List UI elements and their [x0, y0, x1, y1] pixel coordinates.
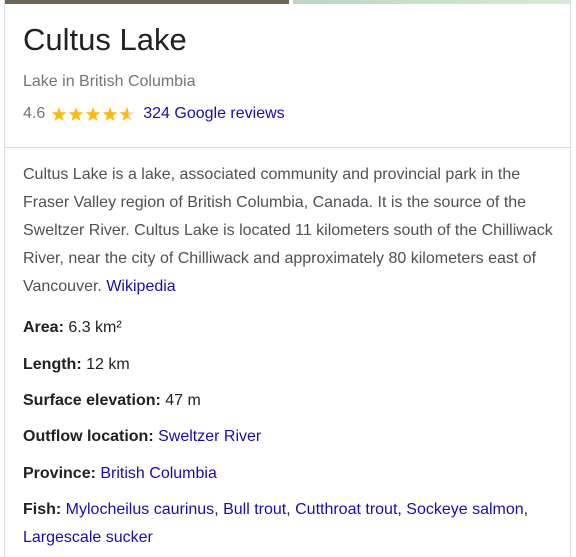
fact-province: Province: British Columbia	[23, 460, 563, 488]
fact-length: Length: 12 km	[23, 351, 563, 379]
fact-label: Length:	[23, 356, 82, 373]
knowledge-panel: Cultus Lake Lake in British Columbia 4.6	[4, 0, 571, 557]
fact-label: Fish:	[23, 501, 62, 518]
fish-link[interactable]: Largescale sucker	[23, 529, 153, 546]
star-icon	[52, 107, 67, 121]
province-link[interactable]: British Columbia	[100, 465, 216, 482]
fact-label: Surface elevation:	[23, 392, 161, 409]
divider	[5, 147, 570, 148]
stars-svg	[52, 107, 135, 121]
description-text: Cultus Lake is a lake, associated commun…	[23, 166, 553, 295]
rating-value: 4.6	[23, 105, 46, 122]
fact-value: 47 m	[165, 392, 201, 409]
lake-image-right[interactable]	[293, 0, 570, 4]
panel-subtitle: Lake in British Columbia	[23, 73, 196, 90]
fact-label: Province:	[23, 465, 96, 482]
fish-link[interactable]: Mylocheilus caurinus	[66, 501, 215, 518]
google-reviews-link[interactable]: 324 Google reviews	[143, 105, 284, 123]
image-strip[interactable]	[5, 0, 570, 4]
fact-value: 6.3 km²	[68, 319, 122, 336]
star-icon	[103, 107, 118, 121]
panel-title: Cultus Lake	[23, 22, 187, 57]
lake-image-left[interactable]	[5, 0, 289, 4]
fish-link[interactable]: Bull trout	[223, 501, 286, 518]
description: Cultus Lake is a lake, associated commun…	[23, 161, 563, 301]
fact-label: Area:	[23, 319, 64, 336]
fish-link[interactable]: Cutthroat trout	[295, 501, 397, 518]
fact-value: 12 km	[86, 356, 130, 373]
fact-label: Outflow location:	[23, 428, 154, 445]
wikipedia-link[interactable]: Wikipedia	[106, 278, 175, 295]
rating-row: 4.6 324 Google reviews	[23, 103, 285, 125]
fact-fish: Fish: Mylocheilus caurinus, Bull trout, …	[23, 501, 529, 546]
star-icon	[86, 107, 101, 121]
outflow-link[interactable]: Sweltzer River	[158, 428, 261, 445]
fact-surface-elevation: Surface elevation: 47 m	[23, 387, 563, 415]
star-fill	[52, 107, 129, 121]
star-rating	[51, 105, 137, 123]
fact-outflow-location: Outflow location: Sweltzer River	[23, 423, 563, 451]
star-icon	[69, 107, 84, 121]
fact-area: Area: 6.3 km²	[23, 314, 563, 342]
fish-link[interactable]: Sockeye salmon	[406, 501, 523, 518]
